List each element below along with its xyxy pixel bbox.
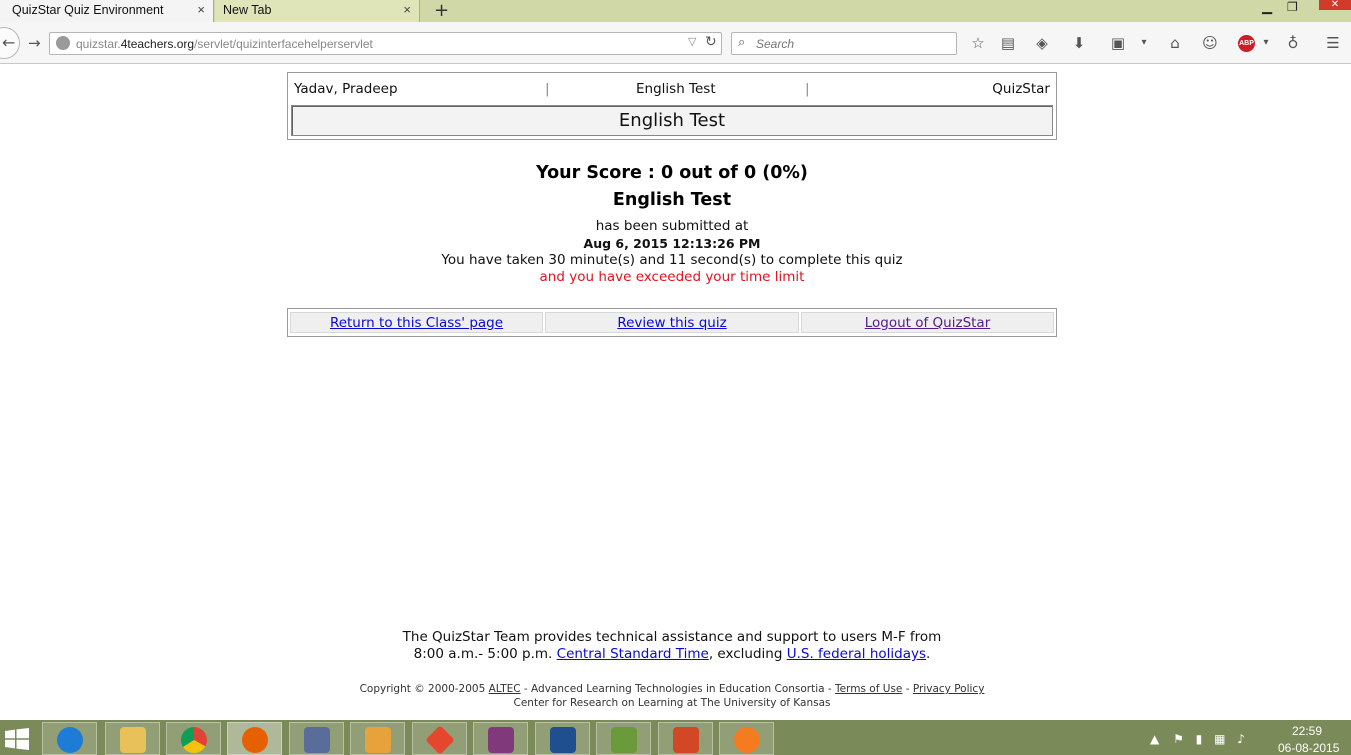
back-arrow-icon: ← [2, 33, 16, 52]
tab-new-tab[interactable]: New Tab × [215, 0, 420, 22]
terms-of-use-link[interactable]: Terms of Use [835, 683, 902, 695]
logout-cell: Logout of QuizStar [801, 312, 1054, 333]
close-window-icon[interactable]: ✕ [1319, 0, 1351, 10]
tab-label: New Tab [223, 3, 272, 17]
return-to-class-cell: Return to this Class' page [290, 312, 543, 333]
support-text: . [926, 646, 931, 662]
center-line: Center for Research on Learning at The U… [513, 697, 831, 709]
virtualbox-icon[interactable] [535, 722, 590, 755]
support-hours: 8:00 a.m.- 5:00 p.m. [413, 646, 557, 662]
url-history-dropdown-icon[interactable]: ▽ [688, 35, 696, 48]
url-domain: 4teachers.org [120, 37, 195, 51]
pdf-app-icon[interactable] [719, 722, 774, 755]
system-tray: ▲ ⚑ ▮ ▦ ♪ [1150, 732, 1245, 746]
battery-icon[interactable]: ▮ [1196, 732, 1203, 746]
tab-label: QuizStar Quiz Environment [12, 3, 164, 17]
url-path: /servlet/quizinterfacehelperservlet [194, 37, 373, 51]
reload-icon[interactable]: ↻ [705, 34, 717, 50]
adblock-dropdown-icon[interactable]: ▾ [1256, 33, 1276, 53]
submitted-time: Aug 6, 2015 12:13:26 PM [583, 236, 761, 251]
action-links: Return to this Class' page Review this q… [287, 308, 1057, 337]
quiz-name: English Test [612, 190, 732, 210]
lightbulb-icon[interactable]: ♁ [1283, 33, 1303, 53]
windows-start-icon[interactable] [4, 728, 30, 750]
action-center-flag-icon[interactable]: ⚑ [1173, 732, 1184, 746]
support-info: The QuizStar Team provides technical ass… [0, 629, 1344, 663]
firefox-icon[interactable] [227, 722, 282, 755]
app-name: QuizStar [992, 81, 1050, 97]
central-standard-time-link[interactable]: Central Standard Time [557, 646, 709, 662]
federal-holidays-link[interactable]: U.S. federal holidays [787, 646, 926, 662]
review-quiz-link[interactable]: Review this quiz [617, 315, 726, 331]
altec-link[interactable]: ALTEC [489, 683, 521, 695]
chat-icon[interactable]: ☺ [1200, 33, 1220, 53]
support-line-2: 8:00 a.m.- 5:00 p.m. Central Standard Ti… [0, 646, 1344, 663]
header-test-name: English Test [636, 81, 716, 97]
forward-arrow-icon[interactable]: → [28, 34, 41, 52]
menu-icon[interactable]: ☰ [1323, 33, 1343, 53]
taskbar: ▲ ⚑ ▮ ▦ ♪ 22:59 06-08-2015 [0, 720, 1351, 755]
support-line-1: The QuizStar Team provides technical ass… [402, 629, 942, 645]
back-button[interactable]: ← [0, 27, 20, 59]
copyright-text: Copyright © 2000-2005 [359, 683, 489, 695]
copyright-line: Copyright © 2000-2005 ALTEC - Advanced L… [0, 682, 1344, 696]
copyright-text: - [902, 683, 913, 695]
git-icon[interactable] [412, 722, 467, 755]
outlook-icon[interactable] [350, 722, 405, 755]
url-prefix: quizstar. [76, 37, 121, 51]
quiz-header: Yadav, Pradeep | English Test | QuizStar… [287, 72, 1057, 140]
quiz-result-page: Yadav, Pradeep | English Test | QuizStar… [0, 65, 1351, 720]
clock-time[interactable]: 22:59 [1292, 724, 1322, 738]
pocket-icon[interactable]: ◈ [1032, 33, 1052, 53]
duration-text: You have taken 30 minute(s) and 11 secon… [441, 252, 903, 268]
page-title: English Test [291, 105, 1053, 136]
internet-explorer-icon[interactable] [42, 722, 97, 755]
calculator-icon[interactable] [289, 722, 344, 755]
tab-quizstar[interactable]: QuizStar Quiz Environment × [0, 0, 214, 22]
new-tab-button[interactable]: + [434, 0, 449, 21]
logout-link[interactable]: Logout of QuizStar [865, 315, 991, 331]
support-text: , excluding [708, 646, 787, 662]
dropdown-arrow-icon[interactable]: ▾ [1134, 33, 1154, 53]
url-text[interactable]: quizstar.4teachers.org/servlet/quizinter… [76, 37, 373, 51]
header-info-row: Yadav, Pradeep | English Test | QuizStar [288, 73, 1056, 101]
return-to-class-link[interactable]: Return to this Class' page [330, 315, 503, 331]
globe-icon [56, 36, 70, 50]
file-explorer-icon[interactable] [105, 722, 160, 755]
minimize-icon[interactable]: ▁ [1262, 0, 1272, 15]
search-input[interactable] [756, 37, 951, 51]
copyright-text: - Advanced Learning Technologies in Educ… [520, 683, 836, 695]
restore-window-icon[interactable]: ❐ [1287, 0, 1298, 14]
close-tab-icon[interactable]: × [403, 2, 411, 17]
adblock-icon[interactable]: ABP [1238, 35, 1255, 52]
chart-app-icon[interactable] [596, 722, 651, 755]
powerpoint-icon[interactable] [658, 722, 713, 755]
bookmarks-menu-icon[interactable]: ▤ [998, 33, 1018, 53]
header-separator: | [805, 81, 810, 97]
copyright-footer: Copyright © 2000-2005 ALTEC - Advanced L… [0, 682, 1344, 710]
score-text: Your Score : 0 out of 0 (0%) [536, 163, 808, 183]
clock-date[interactable]: 06-08-2015 [1278, 741, 1339, 755]
volume-icon[interactable]: ♪ [1237, 732, 1245, 746]
header-separator: | [545, 81, 550, 97]
onenote-icon[interactable] [473, 722, 528, 755]
address-bar[interactable]: quizstar.4teachers.org/servlet/quizinter… [49, 32, 722, 55]
reader-view-icon[interactable]: ▣ [1108, 33, 1128, 53]
time-limit-warning: and you have exceeded your time limit [539, 269, 805, 285]
bookmark-star-icon[interactable]: ☆ [968, 33, 988, 53]
home-icon[interactable]: ⌂ [1165, 33, 1185, 53]
tab-bar: QuizStar Quiz Environment × New Tab × + … [0, 0, 1351, 22]
search-box[interactable]: ⌕ [731, 32, 957, 55]
network-icon[interactable]: ▦ [1214, 732, 1225, 746]
search-icon: ⌕ [738, 35, 746, 50]
student-name: Yadav, Pradeep [294, 81, 398, 97]
submitted-label: has been submitted at [595, 218, 749, 234]
navigation-toolbar: ← → quizstar.4teachers.org/servlet/quizi… [0, 22, 1351, 64]
show-hidden-icons-icon[interactable]: ▲ [1150, 732, 1159, 746]
privacy-policy-link[interactable]: Privacy Policy [913, 683, 985, 695]
review-quiz-cell: Review this quiz [545, 312, 799, 333]
downloads-icon[interactable]: ⬇ [1069, 33, 1089, 53]
close-tab-icon[interactable]: × [197, 2, 205, 17]
chrome-icon[interactable] [166, 722, 221, 755]
